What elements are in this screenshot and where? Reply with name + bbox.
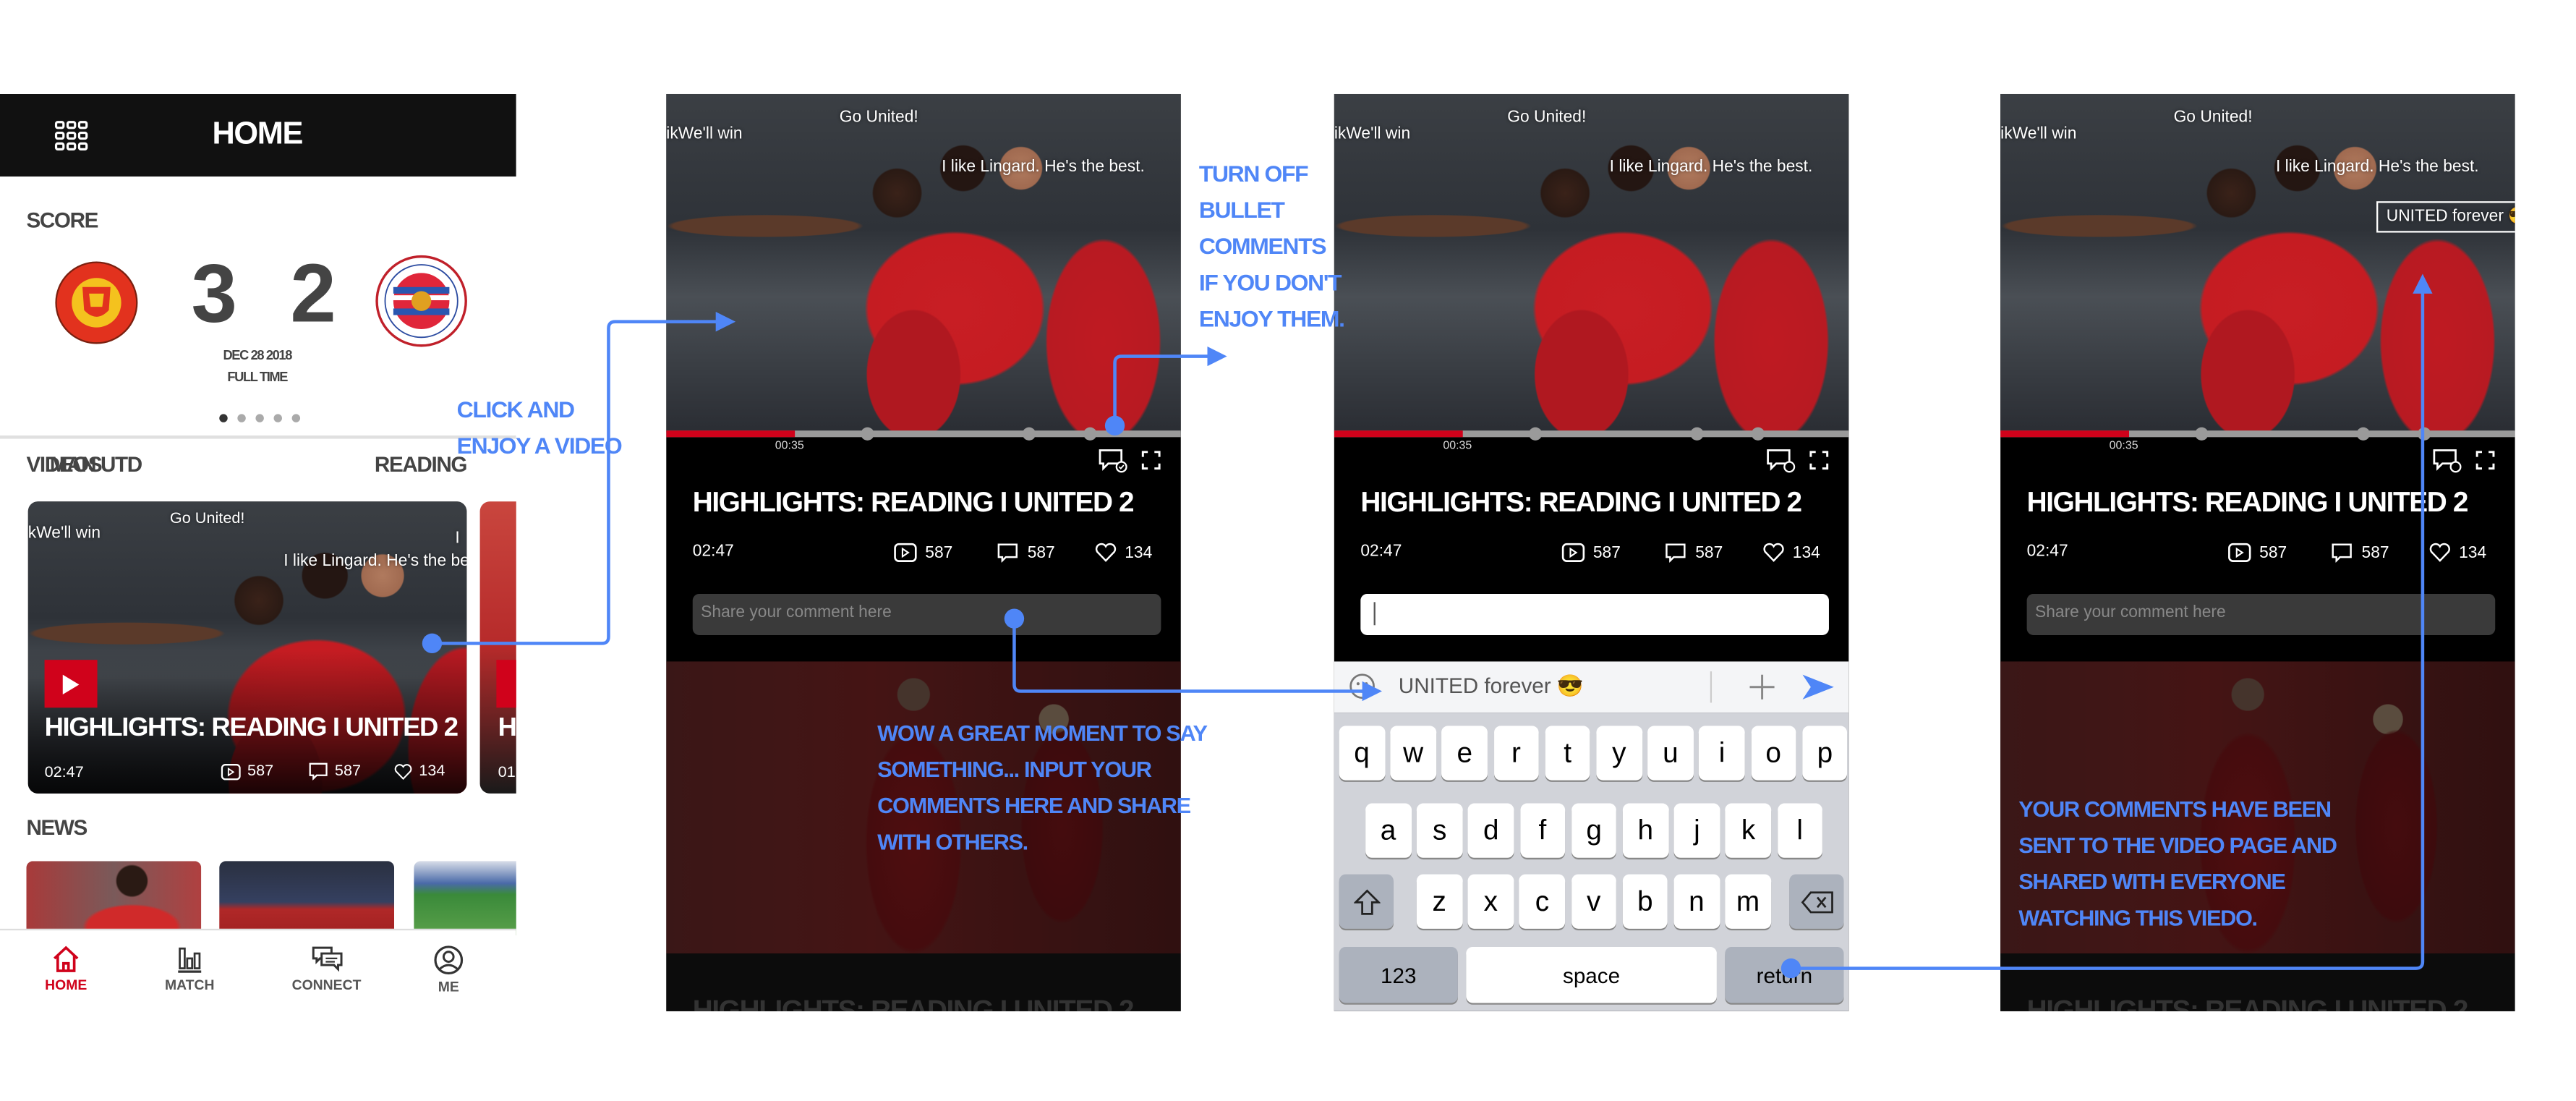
tap-indicator bbox=[422, 633, 443, 654]
annotation-line: IF YOU DON'T bbox=[1198, 268, 1342, 296]
arrow-bullet-toggle bbox=[1113, 346, 1227, 426]
tap-indicator bbox=[1004, 608, 1025, 629]
annotation-line: WITH OTHERS. bbox=[877, 830, 1028, 855]
annotation-line: SENT TO THE VIDEO PAGE AND bbox=[2018, 833, 2337, 858]
annotation-line: CLICK AND bbox=[456, 396, 575, 422]
annotation-shared: YOUR COMMENTS HAVE BEEN SENT TO THE VIDE… bbox=[2018, 792, 2337, 938]
annotation-line: COMMENTS bbox=[1198, 232, 1327, 260]
annotation-turn-off: TURN OFF BULLET COMMENTS IF YOU DON'T EN… bbox=[1198, 155, 1345, 336]
annotation-line: YOUR COMMENTS HAVE BEEN bbox=[2018, 796, 2332, 822]
annotation-line: WOW A GREAT MOMENT TO SAY bbox=[877, 720, 1208, 746]
annotation-line: WATCHING THIS VIEDO. bbox=[2018, 905, 2258, 931]
annotation-line: ENJOY A VIDEO bbox=[456, 432, 623, 459]
annotation-line: ENJOY THEM. bbox=[1198, 305, 1345, 332]
tap-indicator bbox=[1104, 415, 1125, 436]
annotation-say-something: WOW A GREAT MOMENT TO SAY SOMETHING... I… bbox=[877, 716, 1208, 862]
storyboard: HOME SCORE 3 2 MAN UTD READING DEC 28 20… bbox=[0, 0, 2576, 1100]
annotation-click-video: CLICK AND ENJOY A VIDEO bbox=[456, 391, 623, 463]
annotation-line: BULLET bbox=[1198, 196, 1285, 223]
arrow-comment-input bbox=[1012, 618, 1382, 702]
annotation-line: SHARED WITH EVERYONE bbox=[2018, 869, 2286, 894]
annotation-line: COMMENTS HERE AND SHARE bbox=[877, 793, 1191, 819]
annotation-line: SOMETHING... INPUT YOUR bbox=[877, 757, 1152, 782]
arrow-open-video bbox=[432, 311, 736, 645]
tap-indicator bbox=[1780, 958, 1801, 979]
annotation-line: TURN OFF bbox=[1198, 160, 1309, 187]
